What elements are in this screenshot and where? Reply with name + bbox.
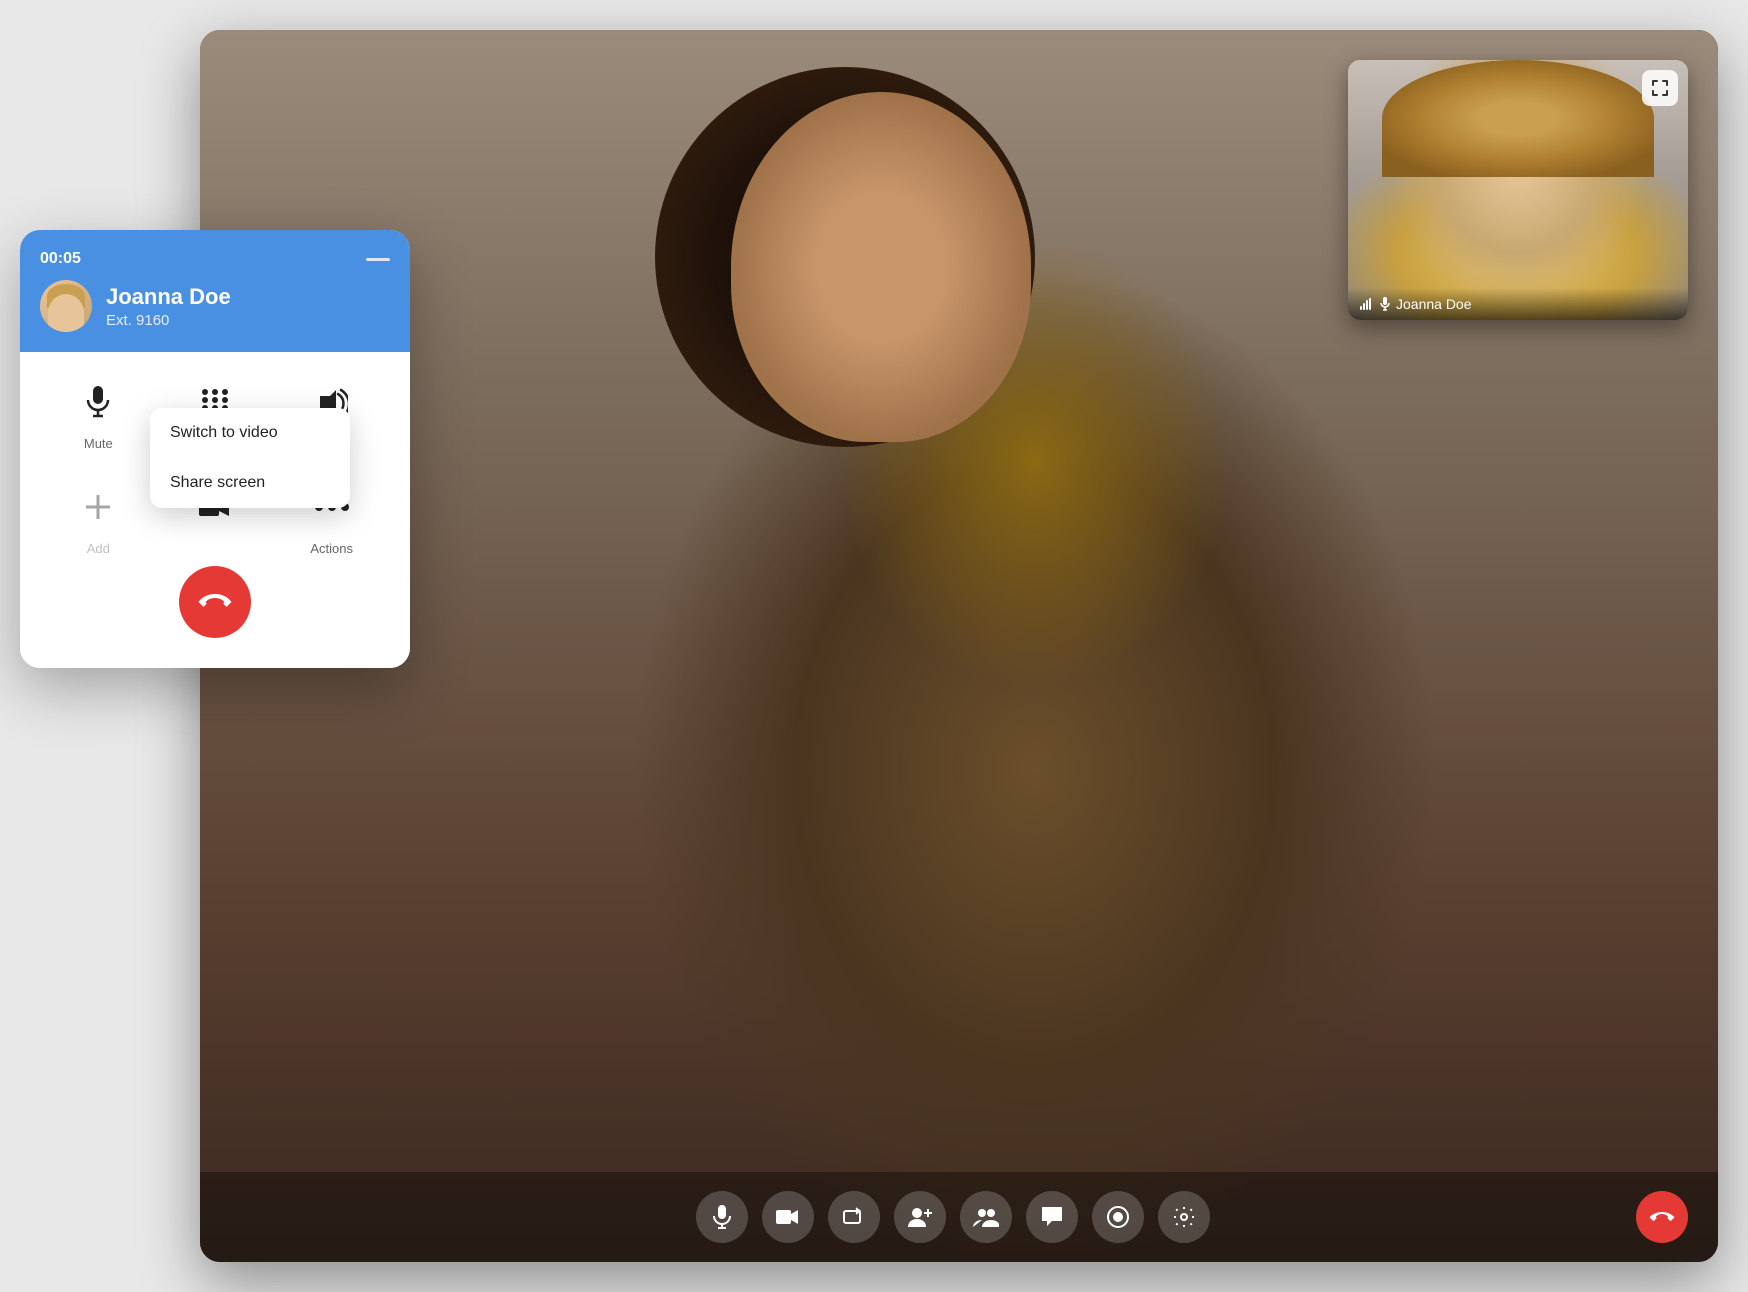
video-settings-button[interactable] (1158, 1191, 1210, 1243)
add-icon (72, 481, 124, 533)
mute-icon (72, 376, 124, 428)
video-background: Joanna Doe (200, 30, 1718, 1262)
caller-avatar (40, 280, 92, 332)
pip-video: Joanna Doe (1348, 60, 1688, 320)
share-screen-item[interactable]: Share screen (150, 458, 350, 508)
pip-expand-button[interactable] (1642, 70, 1678, 106)
call-widget-body: Mute (20, 352, 410, 668)
mute-label: Mute (84, 436, 113, 451)
pip-signal-icon (1360, 298, 1374, 310)
call-timer-row: 00:05 (40, 250, 390, 268)
mute-action[interactable]: Mute (72, 376, 124, 451)
switch-to-video-item[interactable]: Switch to video (150, 408, 350, 458)
avatar-head (48, 294, 84, 332)
add-label: Add (87, 541, 110, 556)
widget-end-call-button[interactable] (179, 566, 251, 638)
pip-video-feed (1348, 60, 1688, 320)
video-add-person-button[interactable] (894, 1191, 946, 1243)
pip-mic-icon (1380, 297, 1390, 311)
video-controls-bar (200, 1172, 1718, 1262)
pip-person-hair (1382, 60, 1654, 177)
caller-details: Joanna Doe Ext. 9160 (106, 284, 231, 329)
pip-label: Joanna Doe (1348, 288, 1688, 320)
call-widget-header: 00:05 Joanna Doe Ext. 9160 (20, 230, 410, 352)
caller-ext: Ext. 9160 (106, 312, 231, 329)
more-label: Actions (310, 541, 353, 556)
person-head (731, 92, 1031, 442)
video-camera-button[interactable] (762, 1191, 814, 1243)
dropdown-menu: Switch to video Share screen (150, 408, 350, 508)
pip-caller-name: Joanna Doe (1396, 296, 1472, 312)
minimize-button[interactable] (366, 258, 390, 261)
video-end-call-button[interactable] (1636, 1191, 1688, 1243)
scene: Joanna Doe (0, 0, 1748, 1292)
video-window: Joanna Doe (200, 30, 1718, 1262)
video-share-button[interactable] (828, 1191, 880, 1243)
add-action[interactable]: Add (72, 481, 124, 556)
caller-name: Joanna Doe (106, 284, 231, 310)
video-mic-button[interactable] (696, 1191, 748, 1243)
video-people-button[interactable] (960, 1191, 1012, 1243)
controls-center (696, 1191, 1210, 1243)
video-record-button[interactable] (1092, 1191, 1144, 1243)
call-widget: 00:05 Joanna Doe Ext. 9160 (20, 230, 410, 668)
video-chat-button[interactable] (1026, 1191, 1078, 1243)
caller-info: Joanna Doe Ext. 9160 (40, 280, 390, 332)
call-timer: 00:05 (40, 250, 81, 268)
